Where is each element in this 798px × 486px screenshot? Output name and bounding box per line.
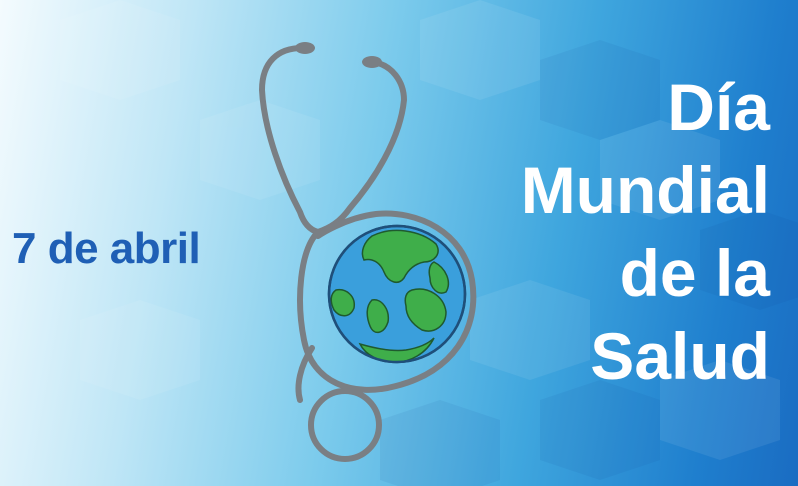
health-day-banner: 7 de abril Día Mundial de la Salud: [0, 0, 798, 486]
title: Día Mundial de la Salud: [450, 66, 770, 398]
title-line: Salud: [590, 319, 770, 393]
title-line: de la: [619, 236, 770, 310]
title-line: Mundial: [520, 153, 770, 227]
title-line: Día: [667, 70, 770, 144]
